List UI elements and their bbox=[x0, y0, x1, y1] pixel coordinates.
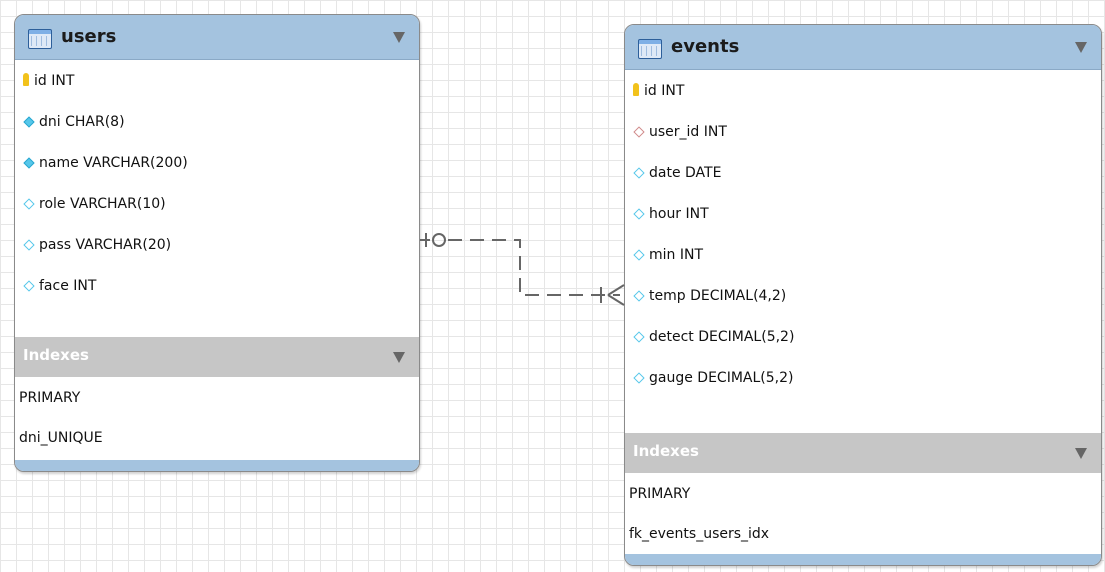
relationship-line bbox=[448, 239, 620, 296]
many-crowfoot-top bbox=[607, 284, 625, 296]
many-crowfoot-bottom bbox=[607, 294, 625, 306]
zero-or-one-circle bbox=[432, 233, 446, 247]
relationship-connector[interactable] bbox=[0, 0, 1105, 572]
